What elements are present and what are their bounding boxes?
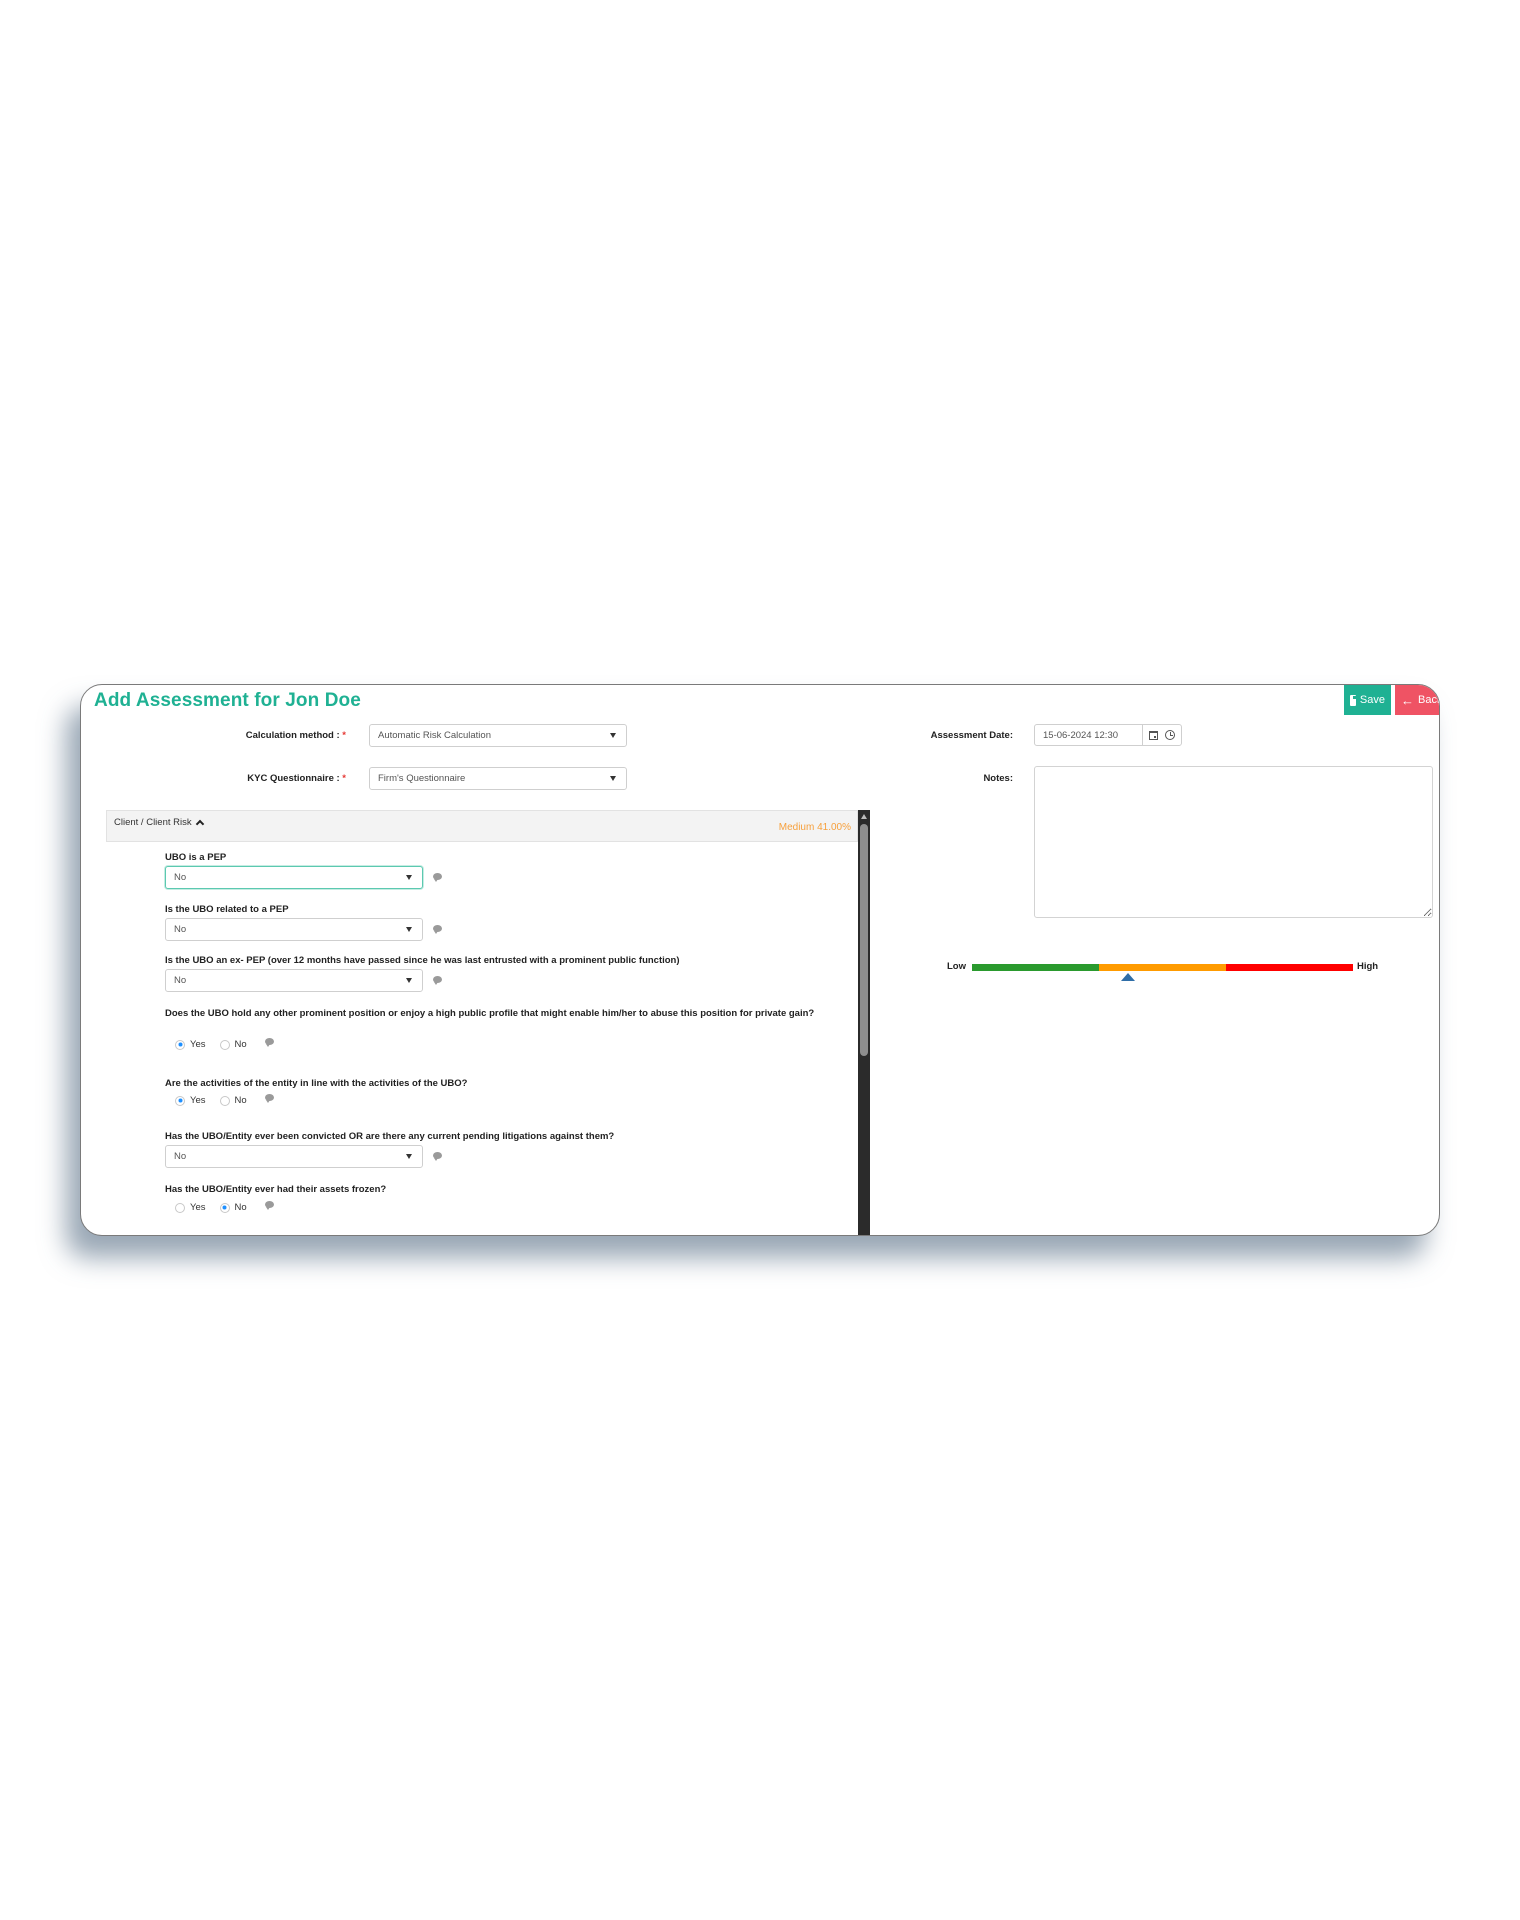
risk-meter-bar: [972, 964, 1353, 971]
comment-icon[interactable]: [433, 976, 442, 985]
question-label: Has the UBO/Entity ever had their assets…: [165, 1184, 387, 1195]
question-select-value: No: [174, 1151, 187, 1162]
calculation-method-select[interactable]: Automatic Risk Calculation: [369, 724, 627, 747]
calculation-method-label-text: Calculation method :: [245, 730, 340, 741]
floppy-disk-icon: [1350, 694, 1358, 706]
caret-down-icon: [406, 978, 412, 983]
radio-no[interactable]: No: [219, 1039, 247, 1050]
client-risk-panel: Client / Client Risk Medium 41.00% UBO i…: [106, 810, 858, 1235]
question-select[interactable]: No: [165, 866, 423, 889]
question-select[interactable]: No: [165, 918, 423, 941]
radio-no[interactable]: No: [219, 1095, 247, 1106]
radio-button[interactable]: [219, 1039, 230, 1050]
calendar-icon[interactable]: [1149, 730, 1158, 740]
radio-label: Yes: [190, 1039, 206, 1050]
kyc-questionnaire-label: KYC Questionnaire : *: [181, 773, 346, 784]
caret-down-icon: [610, 733, 616, 738]
question-label: Does the UBO hold any other prominent po…: [165, 1008, 815, 1019]
chevron-up-icon: [195, 819, 204, 829]
radio-button[interactable]: [219, 1095, 230, 1106]
radio-button-checked[interactable]: [175, 1095, 185, 1106]
question-label: UBO is a PEP: [165, 852, 227, 863]
radio-yes[interactable]: Yes: [175, 1039, 206, 1050]
question-select[interactable]: No: [165, 1145, 423, 1168]
comment-icon[interactable]: [433, 925, 442, 934]
assessment-date-label: Assessment Date:: [930, 730, 1013, 741]
notes-textarea[interactable]: [1034, 766, 1433, 918]
required-mark: *: [342, 773, 346, 784]
radio-label: No: [234, 1095, 247, 1106]
kyc-questionnaire-select[interactable]: Firm's Questionnaire: [369, 767, 627, 790]
question-label: Are the activities of the entity in line…: [165, 1078, 468, 1089]
required-mark: *: [342, 730, 346, 741]
save-button-label: Save: [1359, 694, 1385, 706]
question-select-value: No: [174, 872, 187, 883]
page-title: Add Assessment for Jon Doe: [94, 690, 361, 711]
question-select-value: No: [174, 975, 187, 986]
save-button[interactable]: Save: [1344, 685, 1391, 715]
risk-segment-low: [972, 964, 1099, 971]
radio-group: Yes No: [175, 1201, 274, 1213]
scroll-up-arrow-icon[interactable]: [861, 814, 867, 819]
question-select[interactable]: No: [165, 969, 423, 992]
radio-button[interactable]: [175, 1202, 185, 1213]
scrollbar-thumb[interactable]: [860, 824, 868, 1056]
panel-title: Client / Client Risk: [114, 817, 192, 828]
risk-marker-icon: [1121, 973, 1136, 981]
radio-no[interactable]: No: [219, 1202, 247, 1213]
radio-yes[interactable]: Yes: [175, 1202, 206, 1213]
comment-icon[interactable]: [433, 1152, 442, 1161]
caret-down-icon: [406, 927, 412, 932]
risk-segment-medium: [1099, 964, 1226, 971]
panel-scrollbar[interactable]: [858, 810, 870, 1235]
calculation-method-label: Calculation method : *: [181, 730, 346, 741]
radio-yes[interactable]: Yes: [175, 1095, 206, 1106]
back-button-label: Back: [1418, 694, 1439, 706]
risk-low-label: Low: [947, 961, 966, 972]
caret-down-icon: [610, 776, 616, 781]
radio-group: Yes No: [175, 1094, 274, 1106]
question-select-value: No: [174, 924, 187, 935]
radio-label: No: [234, 1039, 247, 1050]
question-label: Is the UBO related to a PEP: [165, 904, 289, 915]
risk-high-label: High: [1357, 961, 1379, 972]
panel-header: Client / Client Risk Medium 41.00%: [106, 810, 858, 842]
question-label: Is the UBO an ex- PEP (over 12 months ha…: [165, 955, 680, 966]
caret-down-icon: [406, 875, 412, 880]
comment-icon[interactable]: [433, 873, 442, 882]
radio-group: Yes No: [175, 1038, 274, 1050]
radio-label: No: [234, 1202, 247, 1213]
kyc-questionnaire-label-text: KYC Questionnaire :: [247, 773, 340, 784]
assessment-date-value[interactable]: 15-06-2024 12:30: [1035, 725, 1143, 745]
notes-label: Notes:: [983, 773, 1013, 784]
risk-score-badge: Medium 41.00%: [778, 822, 851, 833]
radio-button-checked[interactable]: [219, 1202, 230, 1213]
risk-segment-high: [1226, 964, 1353, 971]
calculation-method-value: Automatic Risk Calculation: [378, 730, 491, 741]
back-button[interactable]: ← Back: [1395, 685, 1439, 715]
radio-button-checked[interactable]: [175, 1039, 185, 1050]
caret-down-icon: [406, 1154, 412, 1159]
panel-toggle[interactable]: Client / Client Risk: [114, 817, 204, 829]
comment-icon[interactable]: [264, 1201, 274, 1210]
radio-label: Yes: [190, 1095, 206, 1106]
kyc-questionnaire-value: Firm's Questionnaire: [378, 773, 466, 784]
radio-label: Yes: [190, 1202, 206, 1213]
arrow-left-icon: ←: [1401, 692, 1414, 708]
assessment-date-input[interactable]: 15-06-2024 12:30: [1034, 724, 1182, 746]
question-label: Has the UBO/Entity ever been convicted O…: [165, 1131, 615, 1142]
comment-icon[interactable]: [264, 1094, 274, 1103]
assessment-card: Add Assessment for Jon Doe Save ← Back C…: [80, 684, 1440, 1236]
clock-icon[interactable]: [1165, 730, 1175, 740]
comment-icon[interactable]: [264, 1038, 274, 1047]
